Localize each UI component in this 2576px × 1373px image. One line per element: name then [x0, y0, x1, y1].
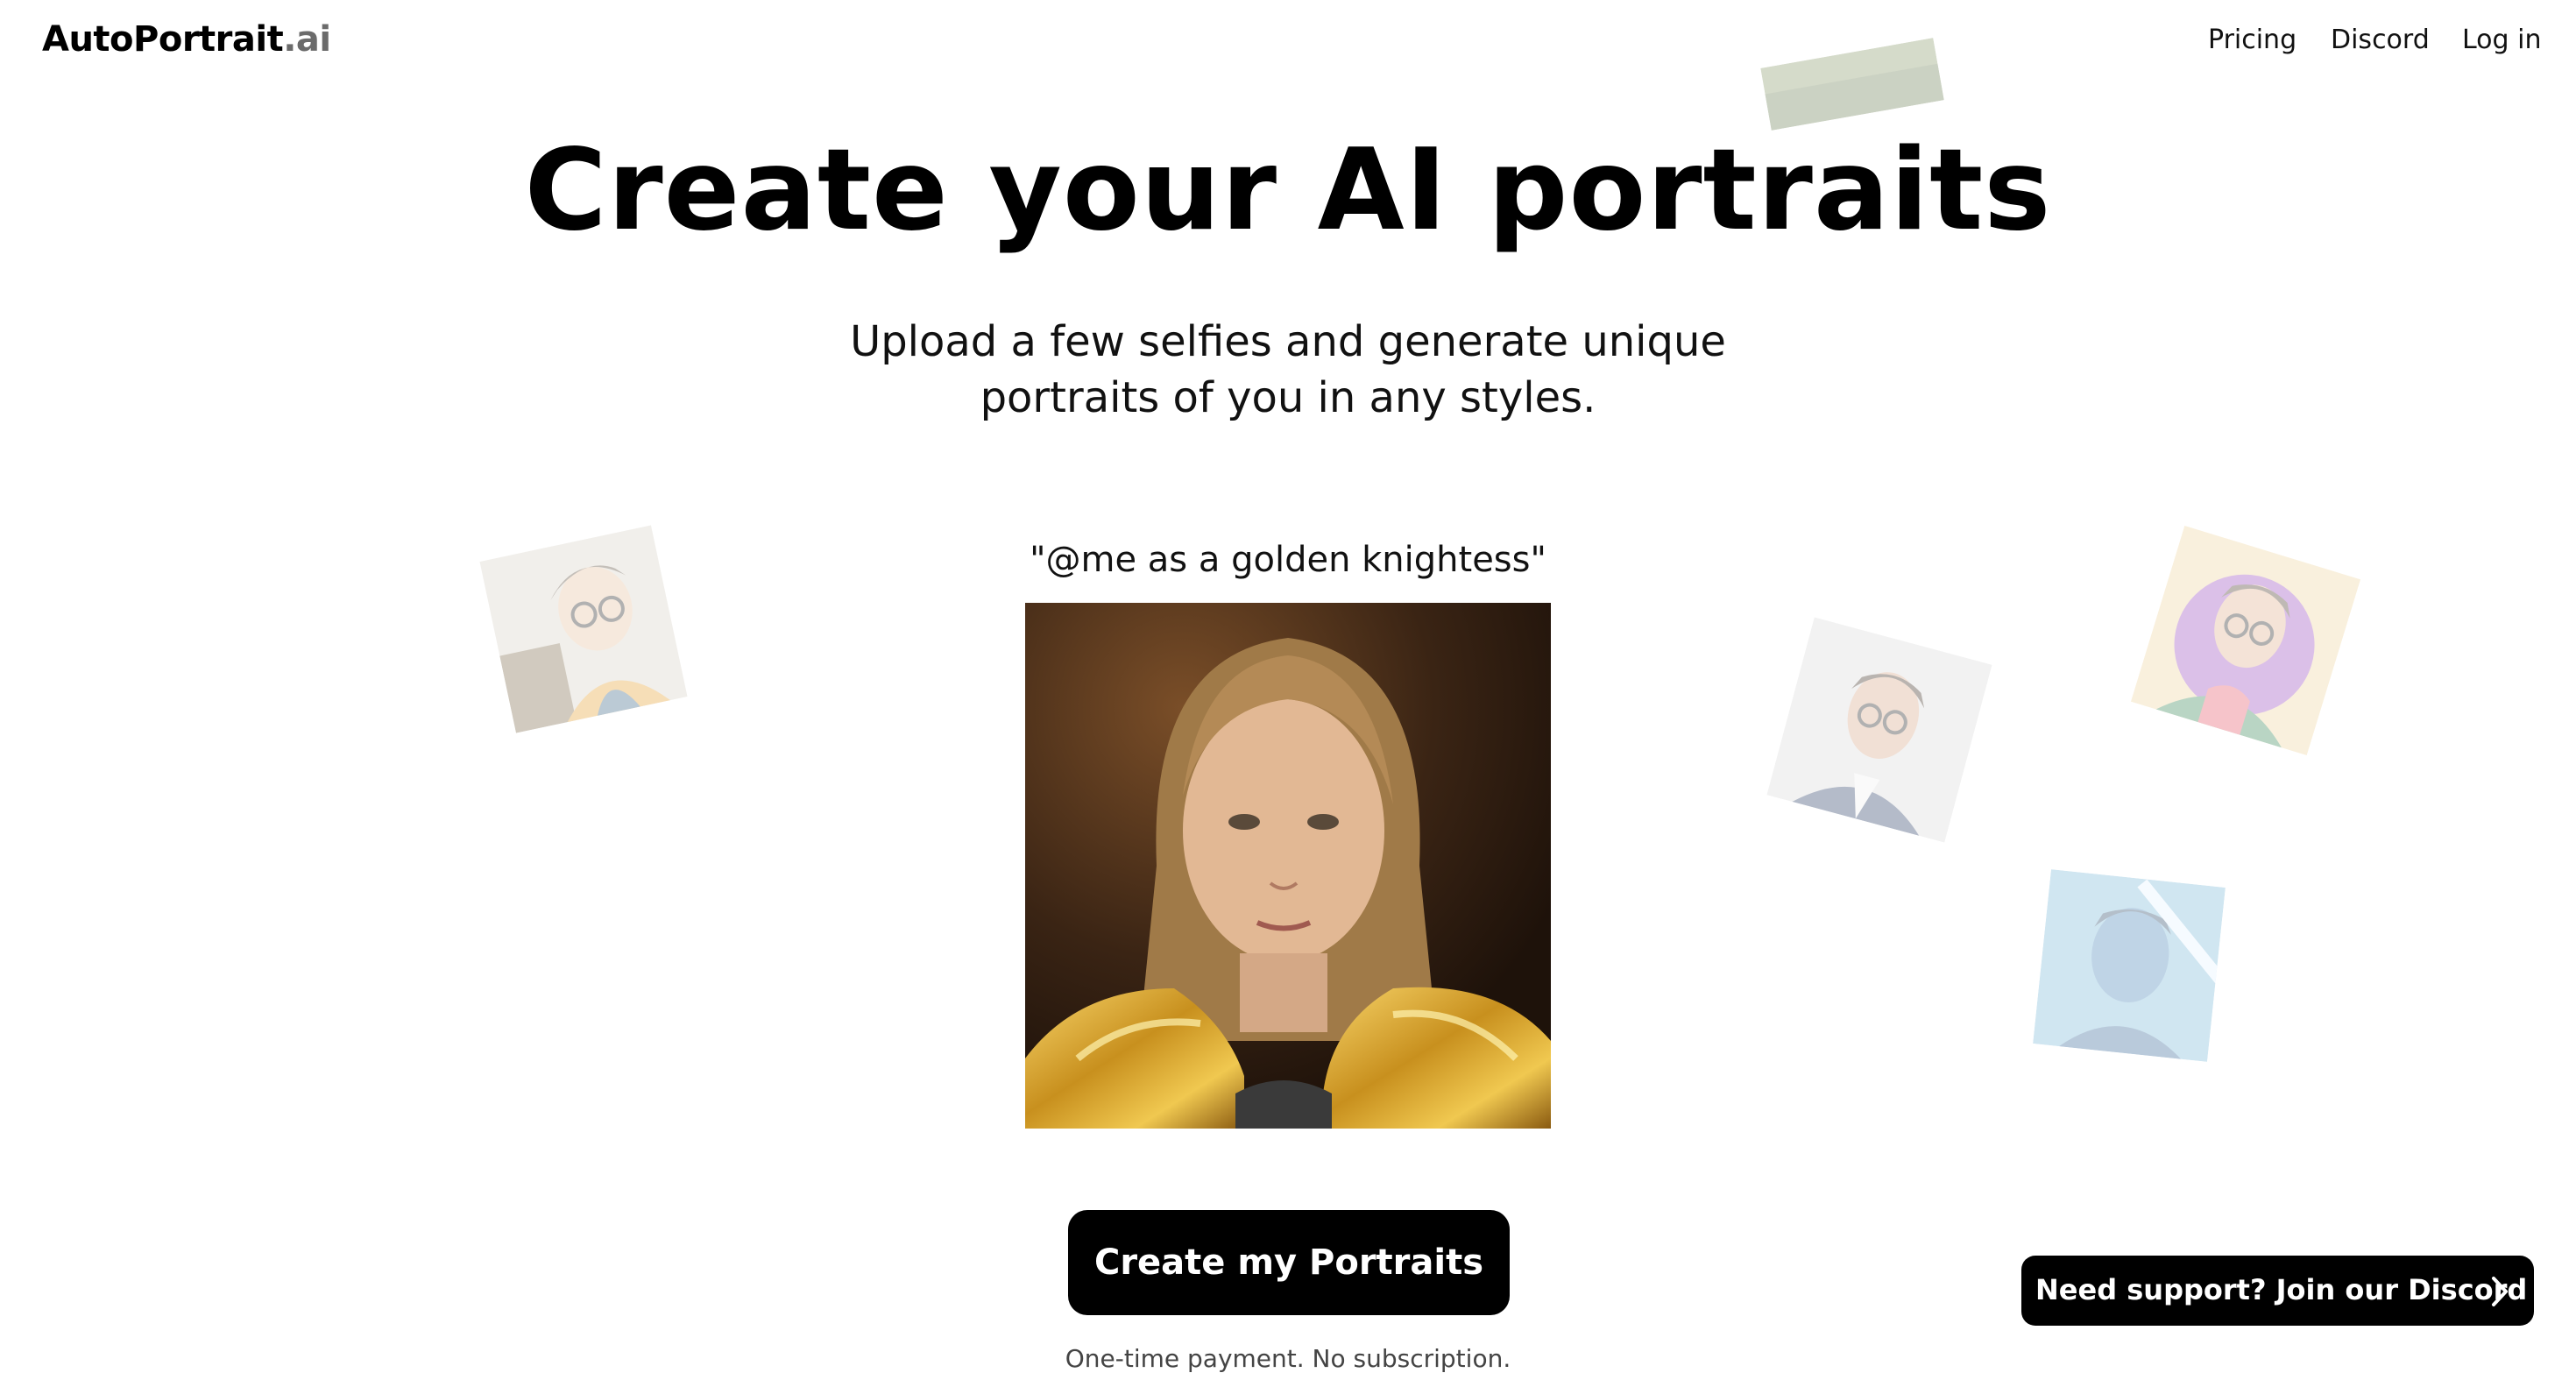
hero-subtitle-line-2: portraits of you in any styles. [980, 373, 1596, 422]
hero-title: Create your AI portraits [524, 125, 2052, 256]
logo-suffix: .ai [283, 19, 331, 60]
logo[interactable]: AutoPortrait.ai [42, 19, 331, 60]
nav-pricing-link[interactable]: Pricing [2208, 25, 2296, 55]
discord-support-button[interactable]: Need support? Join our Discord [2021, 1256, 2534, 1326]
site-header: AutoPortrait.ai Pricing Discord Log in [0, 0, 2576, 84]
nav-login-link[interactable]: Log in [2462, 25, 2541, 55]
support-label: Need support? Join our Discord [2035, 1273, 2528, 1306]
chevron-right-icon [2485, 1275, 2515, 1308]
hero-subtitle-line-1: Upload a few selfies and generate unique [850, 317, 1726, 366]
portrait-prompt: "@me as a golden knightess" [1030, 540, 1546, 580]
create-portraits-button[interactable]: Create my Portraits [1068, 1210, 1510, 1315]
nav-discord-link[interactable]: Discord [2331, 25, 2430, 55]
payment-note: One-time payment. No subscription. [1065, 1344, 1511, 1373]
logo-main: AutoPortrait [42, 19, 284, 60]
hero-subtitle: Upload a few selfies and generate unique… [0, 314, 2576, 426]
floating-portrait-blue [2033, 869, 2226, 1062]
floating-portrait-suit [1766, 617, 1992, 843]
featured-portrait-image [1025, 603, 1551, 1129]
